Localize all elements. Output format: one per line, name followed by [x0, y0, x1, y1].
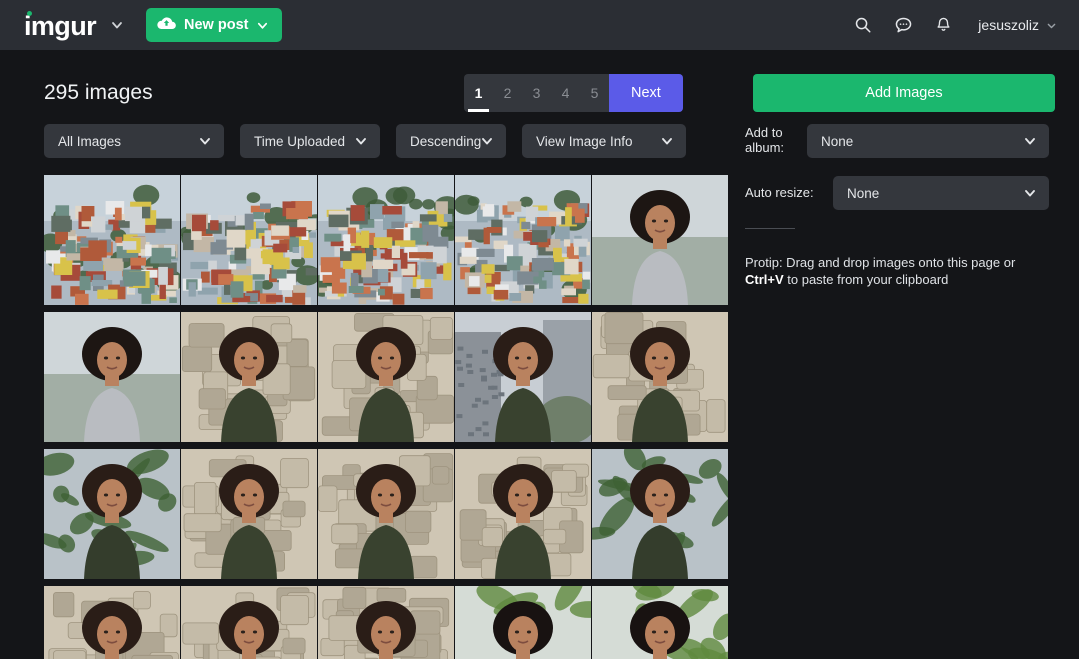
gallery-thumbnail[interactable]	[44, 175, 180, 305]
protip-suffix: to paste from your clipboard	[783, 271, 949, 287]
protip-text: Protip: Drag and drop images onto this p…	[745, 255, 1025, 288]
search-icon[interactable]	[854, 16, 872, 34]
pagination-pages: 1 2 3 4 5	[464, 74, 609, 112]
gallery-thumbnail[interactable]	[181, 586, 317, 659]
chevron-down-icon	[1046, 20, 1057, 31]
content-area: All Images Time Uploaded Descending View…	[24, 114, 1055, 659]
auto-resize-value: None	[847, 185, 880, 201]
header-actions: jesuszoliz	[854, 16, 1057, 35]
chevron-down-icon	[354, 134, 368, 148]
page-button-1[interactable]: 1	[464, 74, 493, 112]
image-type-select[interactable]: All Images	[44, 124, 224, 158]
new-post-button[interactable]: New post	[146, 8, 283, 42]
top-navigation-bar: imgur New post jesuszoliz	[0, 0, 1079, 50]
logo-area: imgur	[24, 10, 124, 40]
gallery-thumbnail[interactable]	[592, 175, 728, 305]
sort-field-value: Time Uploaded	[254, 133, 346, 149]
add-to-album-label-line2: album:	[745, 140, 785, 155]
add-images-button[interactable]: Add Images	[753, 74, 1055, 112]
gallery-thumbnail[interactable]	[44, 449, 180, 579]
image-type-value: All Images	[58, 133, 122, 149]
gallery-thumbnail[interactable]	[318, 175, 454, 305]
auto-resize-label: Auto resize:	[745, 184, 814, 200]
page-toolbar: 295 images 1 2 3 4 5 Next Add Images	[24, 50, 1055, 114]
chevron-down-icon	[660, 134, 674, 148]
page-body: 295 images 1 2 3 4 5 Next Add Images All…	[0, 50, 1079, 659]
logo-text: imgur	[24, 11, 97, 41]
gallery-thumbnail[interactable]	[181, 312, 317, 442]
gallery-thumbnail[interactable]	[455, 312, 591, 442]
auto-resize-select[interactable]: None	[833, 176, 1049, 210]
user-menu[interactable]: jesuszoliz	[978, 17, 1057, 33]
protip-prefix: Protip: Drag and drop images onto this p…	[745, 255, 1016, 270]
page-button-2[interactable]: 2	[493, 74, 522, 112]
gallery-thumbnail[interactable]	[592, 449, 728, 579]
new-post-label: New post	[184, 17, 249, 33]
imgur-logo[interactable]: imgur	[24, 10, 97, 41]
page-button-3[interactable]: 3	[522, 74, 551, 112]
auto-resize-row: Auto resize: None	[745, 176, 1049, 210]
add-to-album-label: Add to album:	[745, 125, 807, 156]
add-to-album-select[interactable]: None	[807, 124, 1049, 158]
username-label: jesuszoliz	[978, 17, 1039, 33]
gallery-thumbnail[interactable]	[592, 312, 728, 442]
gallery-column: All Images Time Uploaded Descending View…	[24, 114, 728, 659]
gallery-thumbnail[interactable]	[455, 586, 591, 659]
sort-field-select[interactable]: Time Uploaded	[240, 124, 380, 158]
gallery-thumbnail[interactable]	[44, 312, 180, 442]
chat-bubble-icon[interactable]	[894, 16, 913, 35]
logo-dot-icon	[27, 11, 32, 16]
gallery-thumbnail[interactable]	[181, 449, 317, 579]
gallery-thumbnail[interactable]	[455, 175, 591, 305]
upload-options-panel: Add to album: None Auto resize: None Pro…	[724, 114, 1049, 659]
gallery-thumbnail[interactable]	[318, 586, 454, 659]
sort-order-value: Descending	[410, 133, 482, 149]
gallery-thumbnail[interactable]	[318, 449, 454, 579]
page-button-5[interactable]: 5	[580, 74, 609, 112]
sort-order-select[interactable]: Descending	[396, 124, 506, 158]
add-to-album-label-line1: Add to	[745, 125, 783, 141]
add-to-album-row: Add to album: None	[745, 124, 1049, 158]
chevron-down-icon[interactable]	[110, 18, 124, 32]
protip-shortcut: Ctrl+V	[745, 271, 784, 287]
gallery-thumbnail[interactable]	[181, 175, 317, 305]
cloud-upload-icon	[157, 16, 176, 34]
gallery-thumbnail[interactable]	[44, 586, 180, 659]
filter-bar: All Images Time Uploaded Descending View…	[44, 114, 724, 158]
chevron-down-icon	[1023, 186, 1037, 200]
gallery-thumbnail[interactable]	[592, 586, 728, 659]
page-button-4[interactable]: 4	[551, 74, 580, 112]
chevron-down-icon	[198, 134, 212, 148]
chevron-down-icon	[1023, 134, 1037, 148]
gallery-thumbnail[interactable]	[318, 312, 454, 442]
add-to-album-value: None	[821, 133, 854, 149]
view-mode-select[interactable]: View Image Info	[522, 124, 686, 158]
chevron-down-icon	[480, 134, 494, 148]
bell-icon[interactable]	[935, 16, 952, 34]
gallery-thumbnail[interactable]	[455, 449, 591, 579]
next-page-button[interactable]: Next	[609, 74, 683, 112]
chevron-down-icon	[256, 19, 269, 32]
pagination: 1 2 3 4 5 Next	[464, 74, 683, 112]
image-grid	[44, 175, 728, 659]
page-title: 295 images	[44, 81, 153, 104]
panel-divider	[745, 228, 795, 229]
view-mode-value: View Image Info	[536, 133, 633, 149]
